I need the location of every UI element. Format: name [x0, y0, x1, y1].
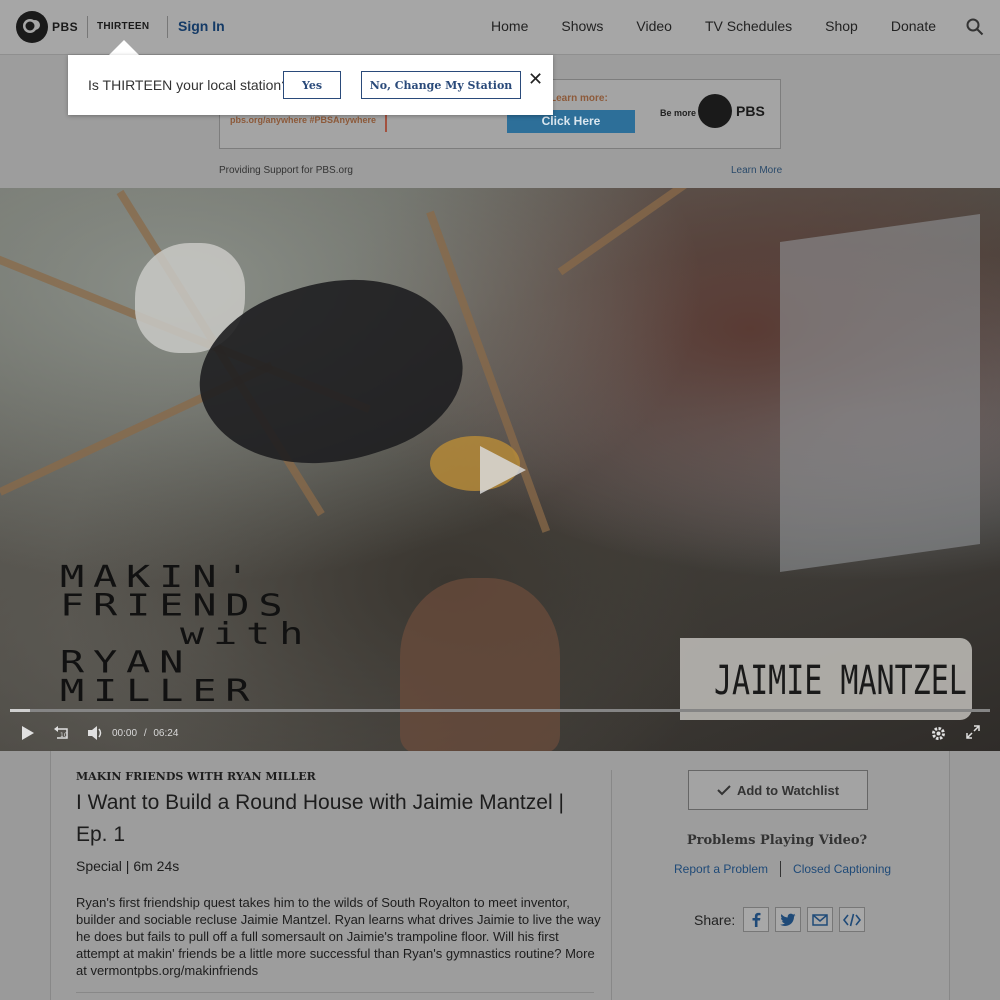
header-divider: [167, 16, 168, 38]
yes-button[interactable]: Yes: [283, 71, 341, 99]
episode-description: Ryan's first friendship quest takes him …: [76, 895, 601, 978]
replay-icon[interactable]: 10: [53, 725, 71, 746]
sign-in-link[interactable]: Sign In: [178, 18, 225, 34]
header-divider: [87, 16, 88, 38]
divider: [76, 992, 594, 993]
site-header: PBS THIRTEEN Sign In Home Shows Video TV…: [0, 0, 1000, 55]
name-plate-text: JAIMIE MANTZEL: [714, 658, 967, 704]
pbs-head-icon: [698, 94, 732, 128]
pbs-head-icon: [16, 11, 48, 43]
show-title-overlay: MAKIN' FRIENDS with RYAN MILLER: [60, 560, 313, 709]
overlay-line: MILLER: [60, 674, 259, 709]
overlay-line: RYAN: [60, 645, 193, 680]
episode-title: I Want to Build a Round House with Jaimi…: [76, 791, 564, 846]
embed-code-icon[interactable]: [839, 907, 866, 932]
station-logo[interactable]: THIRTEEN: [97, 21, 149, 32]
nav-home[interactable]: Home: [491, 18, 528, 34]
popover-arrow: [108, 40, 140, 56]
sponsor-note: Providing Support for PBS.org: [219, 165, 353, 176]
report-problem-link[interactable]: Report a Problem: [674, 862, 768, 876]
big-play-icon[interactable]: [478, 444, 528, 501]
current-time: 00:00: [112, 728, 138, 739]
popover-question: Is THIRTEEN your local station?: [88, 77, 290, 93]
link-separator: [780, 861, 782, 877]
watchlist-label: Add to Watchlist: [736, 782, 840, 798]
nav-shop[interactable]: Shop: [825, 18, 858, 34]
email-icon[interactable]: [807, 907, 834, 932]
duration: 06:24: [153, 728, 179, 739]
video-progress-fill: [10, 709, 30, 712]
video-controls: 10 00:00 / 06:24: [0, 721, 1000, 751]
ad-pbs-logo: PBS: [698, 94, 765, 128]
twitter-icon[interactable]: [775, 907, 802, 932]
learn-more-link[interactable]: Learn More: [731, 165, 782, 176]
show-name-link[interactable]: MAKIN FRIENDS WITH RYAN MILLER: [76, 770, 316, 783]
nav-video[interactable]: Video: [636, 18, 672, 34]
video-progress-bar[interactable]: [10, 709, 990, 712]
overlay-line: FRIENDS: [60, 588, 292, 623]
nav-tv-schedules[interactable]: TV Schedules: [705, 18, 792, 34]
overlay-line: with: [180, 617, 313, 652]
closed-captioning-link[interactable]: Closed Captioning: [793, 862, 891, 876]
fullscreen-icon[interactable]: [966, 725, 980, 744]
ad-learn-more-text: Learn more:: [550, 93, 608, 104]
add-to-watchlist-button[interactable]: Add to Watchlist: [688, 770, 868, 810]
checkmark-icon: [717, 785, 731, 796]
volume-icon[interactable]: [87, 725, 105, 746]
close-icon[interactable]: ✕: [528, 69, 543, 90]
video-time: 00:00 / 06:24: [112, 728, 178, 739]
facebook-icon[interactable]: [743, 907, 770, 932]
overlay-line: MAKIN': [60, 560, 259, 595]
pbs-logo-text: PBS: [52, 20, 79, 34]
play-icon[interactable]: [20, 725, 36, 746]
episode-meta: Special | 6m 24s: [76, 858, 180, 874]
search-icon[interactable]: [966, 18, 984, 41]
settings-gear-icon[interactable]: [930, 725, 947, 747]
nav-donate[interactable]: Donate: [891, 18, 936, 34]
nav-shows[interactable]: Shows: [561, 18, 603, 34]
main-nav: Home Shows Video TV Schedules Shop Donat…: [491, 18, 936, 34]
share-label: Share:: [694, 911, 736, 928]
share-bar: Share:: [694, 907, 866, 932]
video-frame-detail: [780, 213, 980, 573]
ad-be-more-text: Be more: [660, 108, 697, 118]
svg-text:10: 10: [60, 732, 68, 739]
time-separator: /: [143, 728, 147, 739]
ad-pbs-text: PBS: [736, 103, 765, 119]
change-station-button[interactable]: No, Change My Station: [361, 71, 521, 99]
local-station-popover: Is THIRTEEN your local station? Yes No, …: [68, 55, 553, 115]
ad-url-text: pbs.org/anywhere #PBSAnywhere: [230, 115, 377, 125]
video-player[interactable]: MAKIN' FRIENDS with RYAN MILLER JAIMIE M…: [0, 188, 1000, 751]
problems-heading: Problems Playing Video?: [686, 833, 868, 848]
pbs-logo[interactable]: PBS: [16, 11, 78, 43]
divider: [611, 770, 612, 1000]
episode-info: MAKIN FRIENDS WITH RYAN MILLER I Want to…: [50, 751, 950, 1000]
help-links: Report a Problem Closed Captioning: [674, 861, 891, 877]
